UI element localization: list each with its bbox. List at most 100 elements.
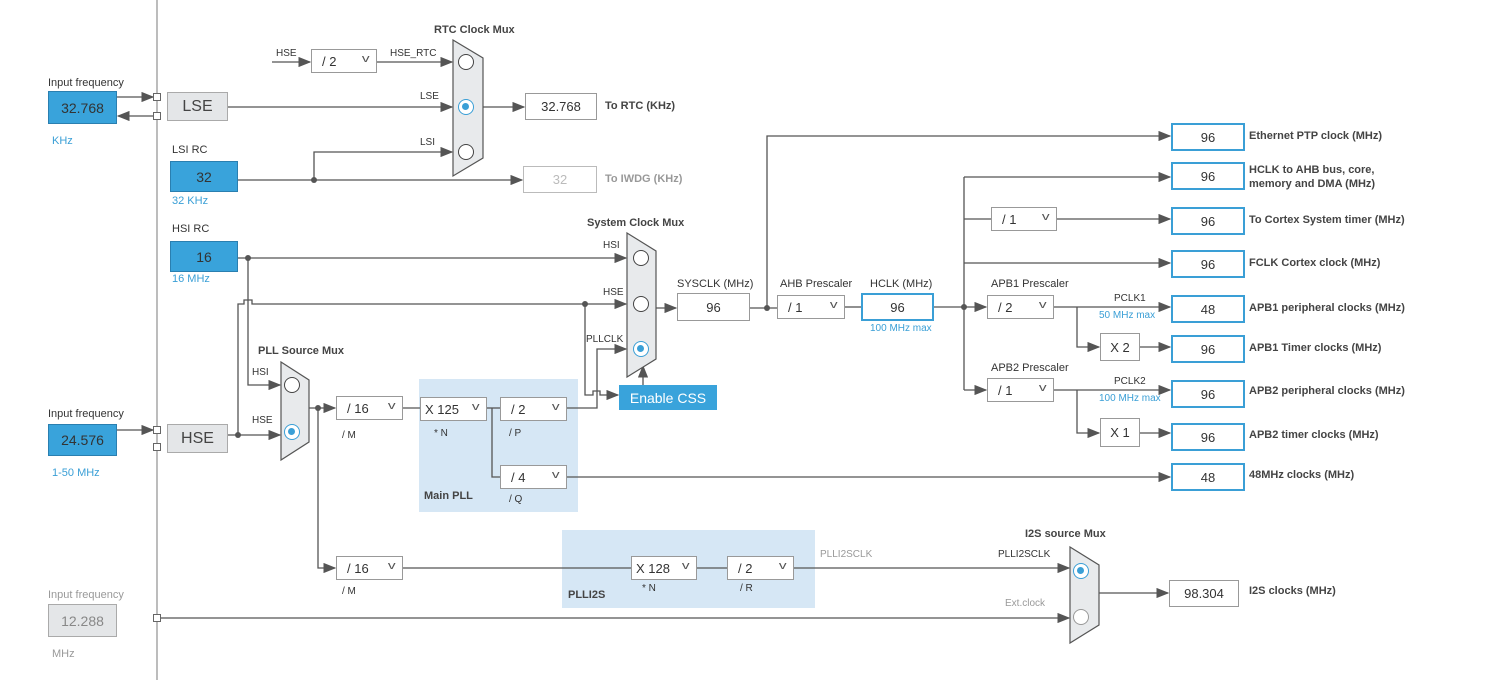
apb1-peripheral-value[interactable]: 48 [1171, 295, 1245, 323]
chevron-down-icon: v [551, 401, 560, 413]
sys-mux-hse-radio[interactable] [633, 296, 649, 312]
pll-m-label: / M [342, 430, 356, 441]
hse-connector-in [153, 426, 161, 434]
main-pll-title: Main PLL [424, 490, 473, 502]
sysclk-label: SYSCLK (MHz) [677, 278, 754, 290]
ext-connector [153, 614, 161, 622]
chevron-down-icon: v [1038, 382, 1047, 394]
lsi-rc-value: 32 [170, 161, 238, 192]
i2s-mux-plli2sclk-radio[interactable] [1073, 563, 1089, 579]
pll-n-select[interactable]: X 125 v [420, 397, 487, 421]
fclk-cortex-value[interactable]: 96 [1171, 250, 1245, 278]
i2s-clock-label: I2S clocks (MHz) [1249, 585, 1336, 597]
plli2s-r-select[interactable]: / 2 v [727, 556, 794, 580]
pll-q-label: / Q [509, 494, 523, 505]
hse-rtc-divider-select[interactable]: / 2 v [311, 49, 377, 73]
pclk2-max: 100 MHz max [1099, 393, 1161, 404]
lsi-rc-label: LSI RC [172, 144, 208, 156]
hse-unit: 1-50 MHz [52, 467, 100, 479]
apb1-prescaler-select[interactable]: / 2 v [987, 295, 1054, 319]
cortex-timer-divider-select[interactable]: / 1 v [991, 207, 1057, 231]
plli2s-r-value: / 2 [738, 560, 753, 576]
sys-mux-title: System Clock Mux [587, 217, 685, 229]
lse-unit: KHz [52, 135, 73, 147]
plli2s-m-select[interactable]: / 16 v [336, 556, 403, 580]
hse-connector-out [153, 443, 161, 451]
cortex-timer-divider-value: / 1 [1002, 211, 1017, 227]
hclk-ahb-value[interactable]: 96 [1171, 162, 1245, 190]
to-rtc-label: To RTC (KHz) [605, 100, 676, 112]
lse-input-field[interactable]: 32.768 [48, 91, 117, 124]
hse-input-field[interactable]: 24.576 [48, 424, 117, 456]
ahb-prescaler-label: AHB Prescaler [780, 278, 853, 290]
plli2s-r-label: / R [740, 583, 753, 594]
pclk1-label: PCLK1 [1114, 293, 1146, 304]
clock-48mhz-value[interactable]: 48 [1171, 463, 1245, 491]
hsi-rc-value: 16 [170, 241, 238, 272]
rtc-mux-lsi-radio[interactable] [458, 144, 474, 160]
pll-p-value: / 2 [511, 401, 526, 417]
hclk-label: HCLK (MHz) [870, 278, 933, 290]
plli2s-m-value: / 16 [347, 560, 369, 576]
lse-connector-out [153, 112, 161, 120]
plli2s-n-label: * N [642, 583, 656, 594]
plli2s-n-select[interactable]: X 128 v [631, 556, 697, 580]
chevron-down-icon: v [361, 53, 370, 65]
i2s-mux-ext-radio[interactable] [1073, 609, 1089, 625]
lse-input-label: Input frequency [48, 77, 124, 89]
chevron-down-icon: v [1041, 211, 1050, 223]
hse-rtc-label: HSE_RTC [390, 48, 437, 59]
to-iwdg-value: 32 [523, 166, 597, 193]
i2s-clock-value[interactable]: 98.304 [1169, 580, 1239, 607]
rtc-mux-hse-radio[interactable] [458, 54, 474, 70]
i2s-mux-plli2sclk-label: PLLI2SCLK [998, 549, 1051, 560]
apb2-timer-label: APB2 timer clocks (MHz) [1249, 429, 1379, 441]
apb2-prescaler-value: / 1 [998, 382, 1013, 398]
apb1-timer-multiplier: X 2 [1100, 333, 1140, 361]
to-rtc-value: 32.768 [525, 93, 597, 120]
hclk-value[interactable]: 96 [861, 293, 934, 321]
rtc-mux-title: RTC Clock Mux [434, 24, 515, 36]
pll-n-label: * N [434, 428, 448, 439]
hsi-rc-label: HSI RC [172, 223, 210, 235]
pll-m-value: / 16 [347, 400, 369, 416]
sys-mux-pllclk-label: PLLCLK [586, 334, 624, 345]
sys-mux-pllclk-radio[interactable] [633, 341, 649, 357]
chevron-down-icon: v [387, 560, 396, 572]
rtc-hse-label: HSE [276, 48, 297, 59]
pll-q-select[interactable]: / 4 v [500, 465, 567, 489]
apb2-timer-value[interactable]: 96 [1171, 423, 1245, 451]
pll-m-select[interactable]: / 16 v [336, 396, 403, 420]
rtc-lsi-label: LSI [420, 137, 436, 148]
i2s-mux-ext-label: Ext.clock [1005, 598, 1046, 609]
apb2-timer-multiplier: X 1 [1100, 418, 1140, 447]
ethernet-ptp-clock-value[interactable]: 96 [1171, 123, 1245, 151]
ahb-prescaler-select[interactable]: / 1 v [777, 295, 845, 319]
cortex-system-timer-value[interactable]: 96 [1171, 207, 1245, 235]
sys-mux-hsi-radio[interactable] [633, 250, 649, 266]
apb2-peripheral-value[interactable]: 96 [1171, 380, 1245, 408]
apb2-prescaler-label: APB2 Prescaler [991, 362, 1069, 374]
hclk-max: 100 MHz max [870, 323, 932, 334]
sysclk-value[interactable]: 96 [677, 293, 750, 321]
apb1-prescaler-label: APB1 Prescaler [991, 278, 1069, 290]
rtc-mux-lse-radio[interactable] [458, 99, 474, 115]
plli2s-m-label: / M [342, 586, 356, 597]
chevron-down-icon: v [551, 469, 560, 481]
apb1-prescaler-value: / 2 [998, 299, 1013, 315]
pll-n-value: X 125 [425, 401, 459, 417]
plli2sclk-out-label: PLLI2SCLK [820, 549, 873, 560]
pll-mux-hse-radio[interactable] [284, 424, 300, 440]
ext-input-field[interactable]: 12.288 [48, 604, 117, 637]
hse-rtc-divider-value: / 2 [322, 53, 337, 69]
hsi-rc-unit: 16 MHz [172, 273, 210, 285]
apb1-timer-value[interactable]: 96 [1171, 335, 1245, 363]
ethernet-ptp-clock-label: Ethernet PTP clock (MHz) [1249, 130, 1383, 142]
apb2-prescaler-select[interactable]: / 1 v [987, 378, 1054, 402]
pll-mux-hsi-radio[interactable] [284, 377, 300, 393]
chevron-down-icon: v [681, 560, 690, 572]
enable-css-button[interactable]: Enable CSS [619, 385, 717, 410]
chevron-down-icon: v [778, 560, 787, 572]
pll-p-select[interactable]: / 2 v [500, 397, 567, 421]
ahb-prescaler-value: / 1 [788, 299, 803, 315]
